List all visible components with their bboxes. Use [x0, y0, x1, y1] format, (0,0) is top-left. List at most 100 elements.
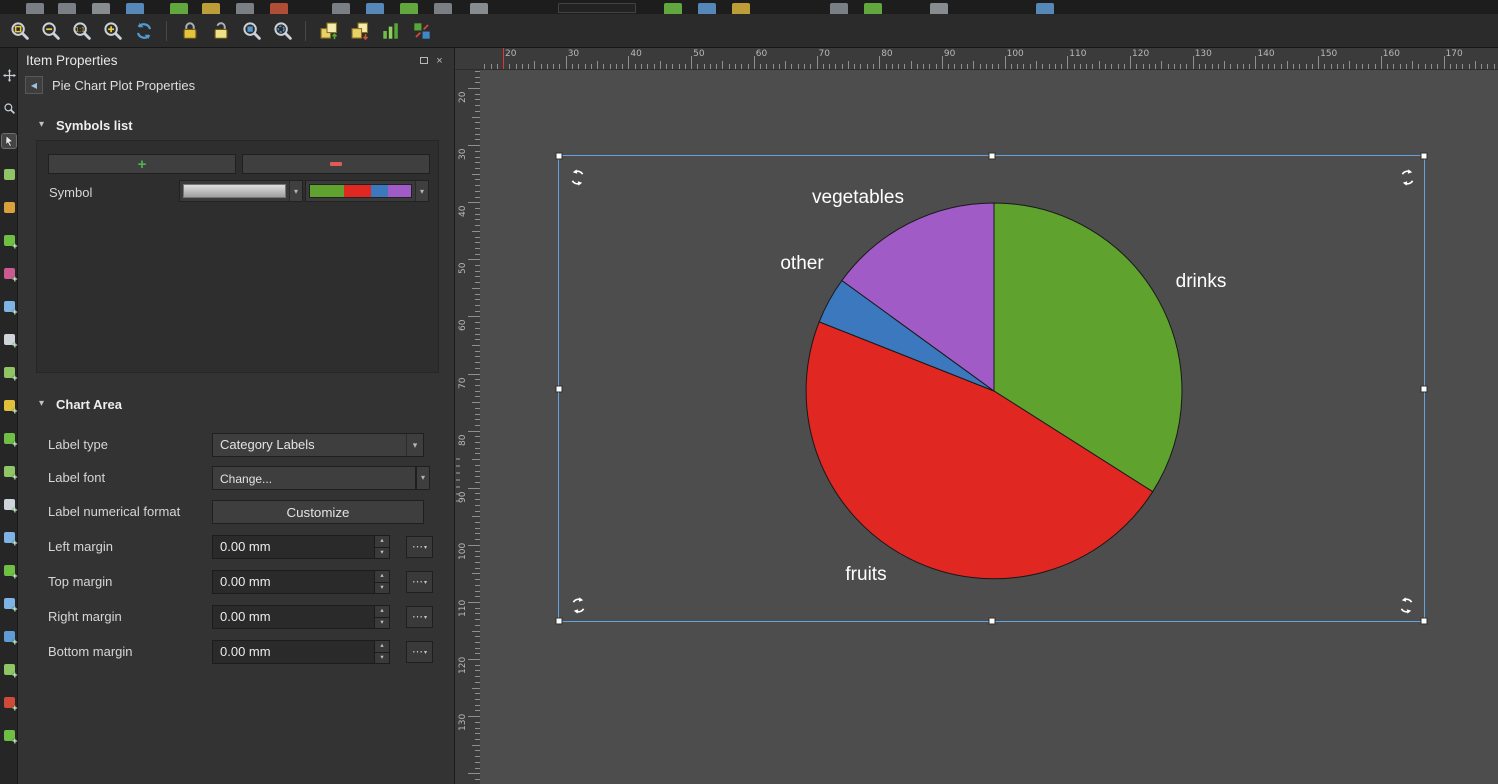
- collapse-icon[interactable]: ▾: [39, 398, 44, 409]
- right-margin-decrement-button[interactable]: ▾: [375, 617, 389, 629]
- toolbar1-icon-3[interactable]: [92, 3, 110, 14]
- resize-handle-s[interactable]: [988, 618, 995, 625]
- add-elevation-profile-tool[interactable]: [2, 695, 16, 709]
- toolbar1-icon-6[interactable]: [202, 3, 220, 14]
- pan-tool[interactable]: [2, 68, 16, 82]
- back-button[interactable]: ◀: [25, 76, 43, 94]
- pie-chart-item[interactable]: drinks fruits other vegetables: [558, 155, 1425, 622]
- resize-handle-w[interactable]: [556, 385, 563, 392]
- resize-handle-se[interactable]: [1421, 618, 1428, 625]
- add-arrow-tool[interactable]: [2, 530, 16, 544]
- label-type-select[interactable]: Category Labels ▾: [212, 433, 424, 457]
- resize-handle-ne[interactable]: [1421, 153, 1428, 160]
- edit-nodes-tool[interactable]: [2, 200, 16, 214]
- raise-selected-items-icon[interactable]: [314, 17, 343, 45]
- lock-selected-items-icon[interactable]: [175, 17, 204, 45]
- toolbar1-icon-13[interactable]: [470, 3, 488, 14]
- select-move-item-tool[interactable]: [2, 134, 16, 148]
- resize-handle-sw[interactable]: [556, 618, 563, 625]
- top-margin-data-defined-button[interactable]: ⋯▾: [406, 571, 433, 593]
- add-chart-tool[interactable]: [2, 728, 16, 742]
- add-html-tool[interactable]: [2, 596, 16, 610]
- symbols-list-group-header[interactable]: ▾ Symbols list: [18, 118, 455, 134]
- toolbar1-icon-19[interactable]: [930, 3, 948, 14]
- symbol-style-dropdown[interactable]: ▾: [179, 180, 303, 202]
- align-selected-items-icon[interactable]: [376, 17, 405, 45]
- add-3d-map-tool[interactable]: [2, 266, 16, 280]
- zoom-tool[interactable]: [2, 101, 16, 115]
- left-margin-data-defined-button[interactable]: ⋯▾: [406, 536, 433, 558]
- toolbar1-icon-8[interactable]: [270, 3, 288, 14]
- bottom-margin-increment-button[interactable]: ▴: [375, 641, 389, 652]
- resize-handle-n[interactable]: [988, 153, 995, 160]
- bottom-margin-decrement-button[interactable]: ▾: [375, 652, 389, 664]
- left-margin-increment-button[interactable]: ▴: [375, 536, 389, 547]
- toolbar1-icon-16[interactable]: [732, 3, 750, 14]
- rotate-handle-bottomleft[interactable]: [570, 597, 587, 614]
- bottom-margin-spinbox[interactable]: 0.00 mm▴▾: [212, 640, 390, 664]
- toolbar1-icon-14[interactable]: [664, 3, 682, 14]
- toolbar1-icon-7[interactable]: [236, 3, 254, 14]
- right-margin-spinbox[interactable]: 0.00 mm▴▾: [212, 605, 390, 629]
- rotate-handle-bottomright[interactable]: [1398, 597, 1415, 614]
- zoom-actual-icon[interactable]: 1:1: [67, 17, 96, 45]
- toolbar1-icon-15[interactable]: [698, 3, 716, 14]
- toolbar1-icon-9[interactable]: [332, 3, 350, 14]
- top-margin-decrement-button[interactable]: ▾: [375, 582, 389, 594]
- toolbar1-icon-5[interactable]: [170, 3, 188, 14]
- right-margin-increment-button[interactable]: ▴: [375, 606, 389, 617]
- collapse-icon[interactable]: ▾: [39, 119, 44, 130]
- add-shape-tool[interactable]: [2, 464, 16, 478]
- customize-numeric-format-button[interactable]: Customize: [212, 500, 424, 524]
- close-panel-icon[interactable]: ×: [433, 55, 446, 68]
- add-north-arrow-tool[interactable]: [2, 398, 16, 412]
- symbol-colors-dropdown[interactable]: ▾: [305, 180, 429, 202]
- add-picture-tool[interactable]: [2, 431, 16, 445]
- toolbar1-icon-2[interactable]: [58, 3, 76, 14]
- lower-selected-items-icon[interactable]: [345, 17, 374, 45]
- add-symbol-button[interactable]: +: [48, 154, 236, 174]
- toolbar1-icon-4[interactable]: [126, 3, 144, 14]
- layout-canvas[interactable]: drinks fruits other vegetables: [480, 70, 1498, 784]
- toolbar1-icon-10[interactable]: [366, 3, 384, 14]
- top-margin-increment-button[interactable]: ▴: [375, 571, 389, 582]
- add-map-tool[interactable]: [2, 233, 16, 247]
- bottom-margin-data-defined-button[interactable]: ⋯▾: [406, 641, 433, 663]
- zoom-out-icon[interactable]: [36, 17, 65, 45]
- toolbar1-icon-12[interactable]: [434, 3, 452, 14]
- resize-handle-nw[interactable]: [556, 153, 563, 160]
- chart-area-group-header[interactable]: ▾ Chart Area: [18, 397, 455, 413]
- add-label-tool[interactable]: [2, 299, 16, 313]
- toolbar1-icon-17[interactable]: [830, 3, 848, 14]
- unlock-all-items-icon[interactable]: [206, 17, 235, 45]
- toolbar1-icon-1[interactable]: [26, 3, 44, 14]
- zoom-to-selected-icon[interactable]: [237, 17, 266, 45]
- toolbar1-icon-11[interactable]: [400, 3, 418, 14]
- add-attribute-table-tool[interactable]: [2, 629, 16, 643]
- add-scalebar-tool[interactable]: [2, 365, 16, 379]
- add-node-item-tool[interactable]: [2, 563, 16, 577]
- remove-symbol-button[interactable]: [242, 154, 430, 174]
- zoom-in-icon[interactable]: [98, 17, 127, 45]
- right-margin-data-defined-button[interactable]: ⋯▾: [406, 606, 433, 628]
- zoom-full-icon[interactable]: [5, 17, 34, 45]
- panel-splitter-handle[interactable]: [456, 458, 460, 506]
- left-margin-spinbox[interactable]: 0.00 mm▴▾: [212, 535, 390, 559]
- zoom-to-region-icon[interactable]: [268, 17, 297, 45]
- label-font-button[interactable]: Change...: [212, 466, 416, 490]
- top-margin-spinbox[interactable]: 0.00 mm▴▾: [212, 570, 390, 594]
- move-item-content-tool[interactable]: [2, 167, 16, 181]
- toolbar1-icon-20[interactable]: [1036, 3, 1054, 14]
- rotate-handle-topleft[interactable]: [569, 169, 586, 186]
- add-fixed-table-tool[interactable]: [2, 662, 16, 676]
- rotate-handle-topright[interactable]: [1399, 169, 1416, 186]
- label-font-dropdown-icon[interactable]: ▾: [416, 466, 430, 490]
- add-legend-tool[interactable]: [2, 332, 16, 346]
- left-margin-decrement-button[interactable]: ▾: [375, 547, 389, 559]
- distribute-selected-items-icon[interactable]: [407, 17, 436, 45]
- toolbar1-icon-18[interactable]: [864, 3, 882, 14]
- float-panel-icon[interactable]: [417, 55, 430, 68]
- toolbar1-combo[interactable]: [558, 3, 636, 13]
- add-marker-tool[interactable]: [2, 497, 16, 511]
- refresh-view-icon[interactable]: [129, 17, 158, 45]
